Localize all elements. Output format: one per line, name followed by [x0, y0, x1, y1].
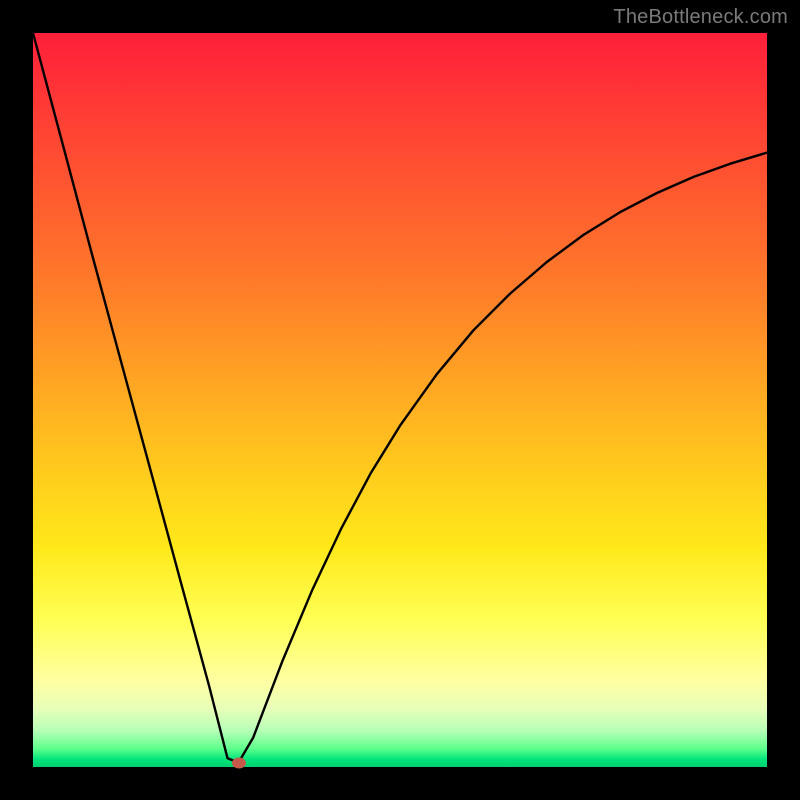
optimum-marker — [232, 757, 246, 768]
watermark-text: TheBottleneck.com — [613, 6, 788, 29]
curve-svg — [33, 33, 767, 767]
plot-area — [33, 33, 767, 767]
chart-frame: TheBottleneck.com — [0, 0, 800, 800]
bottleneck-curve-path — [33, 33, 767, 763]
